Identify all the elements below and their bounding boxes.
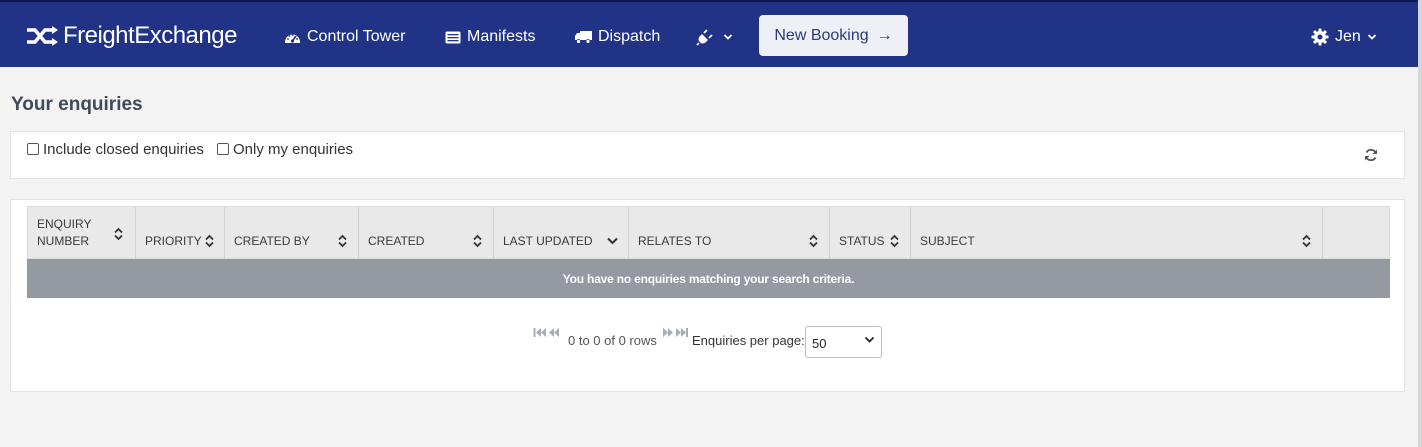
next-page-icon[interactable]: [662, 327, 674, 338]
column-label: SUBJECT: [920, 234, 975, 248]
user-menu[interactable]: Jen: [1311, 25, 1377, 49]
column-label: PRIORITY: [145, 234, 202, 248]
first-page-icon[interactable]: [533, 327, 547, 338]
include-closed-label[interactable]: Include closed enquiries: [43, 141, 204, 158]
column-header-status[interactable]: STATUS: [830, 207, 911, 260]
pager-prev-controls: [533, 327, 560, 338]
app-logo[interactable]: FreightExchange: [25, 21, 237, 51]
sort-both-icon: [890, 234, 899, 248]
chevron-down-icon: [723, 34, 733, 40]
previous-page-icon[interactable]: [548, 327, 560, 338]
nav-integrations-dropdown[interactable]: [696, 25, 733, 49]
sort-both-icon: [205, 234, 214, 248]
column-label: LAST UPDATED: [503, 234, 593, 248]
new-booking-label: New Booking: [774, 26, 869, 44]
sort-desc-icon: [607, 237, 618, 245]
pager-range-text: 0 to 0 of 0 rows: [568, 333, 657, 348]
column-label: CREATED: [368, 234, 425, 248]
nav-control-tower[interactable]: Control Tower: [284, 25, 405, 49]
sort-both-icon: [114, 227, 123, 241]
pager-next-controls: [662, 327, 689, 338]
last-page-icon[interactable]: [675, 327, 689, 338]
list-alt-icon: [445, 31, 461, 43]
top-navbar: FreightExchange Control Tower Manifests …: [0, 0, 1418, 67]
nav-manifests[interactable]: Manifests: [445, 25, 535, 49]
table-header: ENQUIRY NUMBER PRIORITY CREATED BY CREAT…: [27, 206, 1390, 260]
nav-dispatch[interactable]: Dispatch: [575, 25, 660, 49]
per-page-value: 50: [812, 336, 827, 351]
per-page-label: Enquiries per page:: [692, 333, 805, 348]
column-header-created[interactable]: CREATED: [359, 207, 494, 260]
gear-icon: [1311, 28, 1329, 46]
per-page-select[interactable]: 50: [805, 326, 882, 358]
truck-icon: [575, 31, 592, 44]
page-title: Your enquiries: [11, 94, 143, 115]
dashboard-gauge-icon: [285, 34, 300, 43]
nav-control-tower-label: Control Tower: [307, 28, 406, 45]
column-header-created-by[interactable]: CREATED BY: [225, 207, 359, 260]
column-header-subject[interactable]: SUBJECT: [911, 207, 1323, 260]
enquiries-table-panel: ENQUIRY NUMBER PRIORITY CREATED BY CREAT…: [10, 199, 1405, 392]
column-label: ENQUIRY NUMBER: [37, 217, 92, 248]
logo-text: FreightExchange: [63, 22, 237, 49]
nav-dispatch-label: Dispatch: [598, 28, 661, 45]
refresh-button[interactable]: [1364, 148, 1378, 167]
user-name: Jen: [1335, 28, 1361, 45]
column-header-relates-to[interactable]: RELATES TO: [629, 207, 830, 260]
column-header-priority[interactable]: PRIORITY: [136, 207, 225, 260]
refresh-icon: [1365, 148, 1377, 162]
include-closed-checkbox[interactable]: [27, 143, 39, 155]
column-header-enquiry-number[interactable]: ENQUIRY NUMBER: [28, 207, 136, 260]
sort-both-icon: [473, 234, 482, 248]
column-label: RELATES TO: [638, 234, 712, 248]
column-label: CREATED BY: [234, 234, 310, 248]
plug-icon: [696, 28, 713, 46]
sort-both-icon: [1302, 234, 1311, 248]
only-mine-checkbox[interactable]: [217, 143, 229, 155]
window-edge: [1418, 0, 1422, 447]
new-booking-button[interactable]: New Booking →: [759, 15, 908, 56]
column-label: STATUS: [839, 234, 885, 248]
nav-manifests-label: Manifests: [467, 28, 536, 45]
empty-table-message: You have no enquiries matching your sear…: [27, 259, 1390, 298]
logo-icon: [27, 26, 58, 46]
filter-panel: Include closed enquiries Only my enquiri…: [10, 131, 1405, 179]
column-header-last-updated[interactable]: LAST UPDATED: [494, 207, 629, 260]
chevron-down-icon: [1367, 34, 1376, 40]
sort-both-icon: [809, 234, 818, 248]
chevron-down-icon: [864, 336, 875, 343]
arrow-right-icon: →: [876, 26, 893, 44]
column-header-actions: [1323, 207, 1389, 260]
only-mine-label[interactable]: Only my enquiries: [233, 141, 353, 158]
sort-both-icon: [338, 234, 347, 248]
